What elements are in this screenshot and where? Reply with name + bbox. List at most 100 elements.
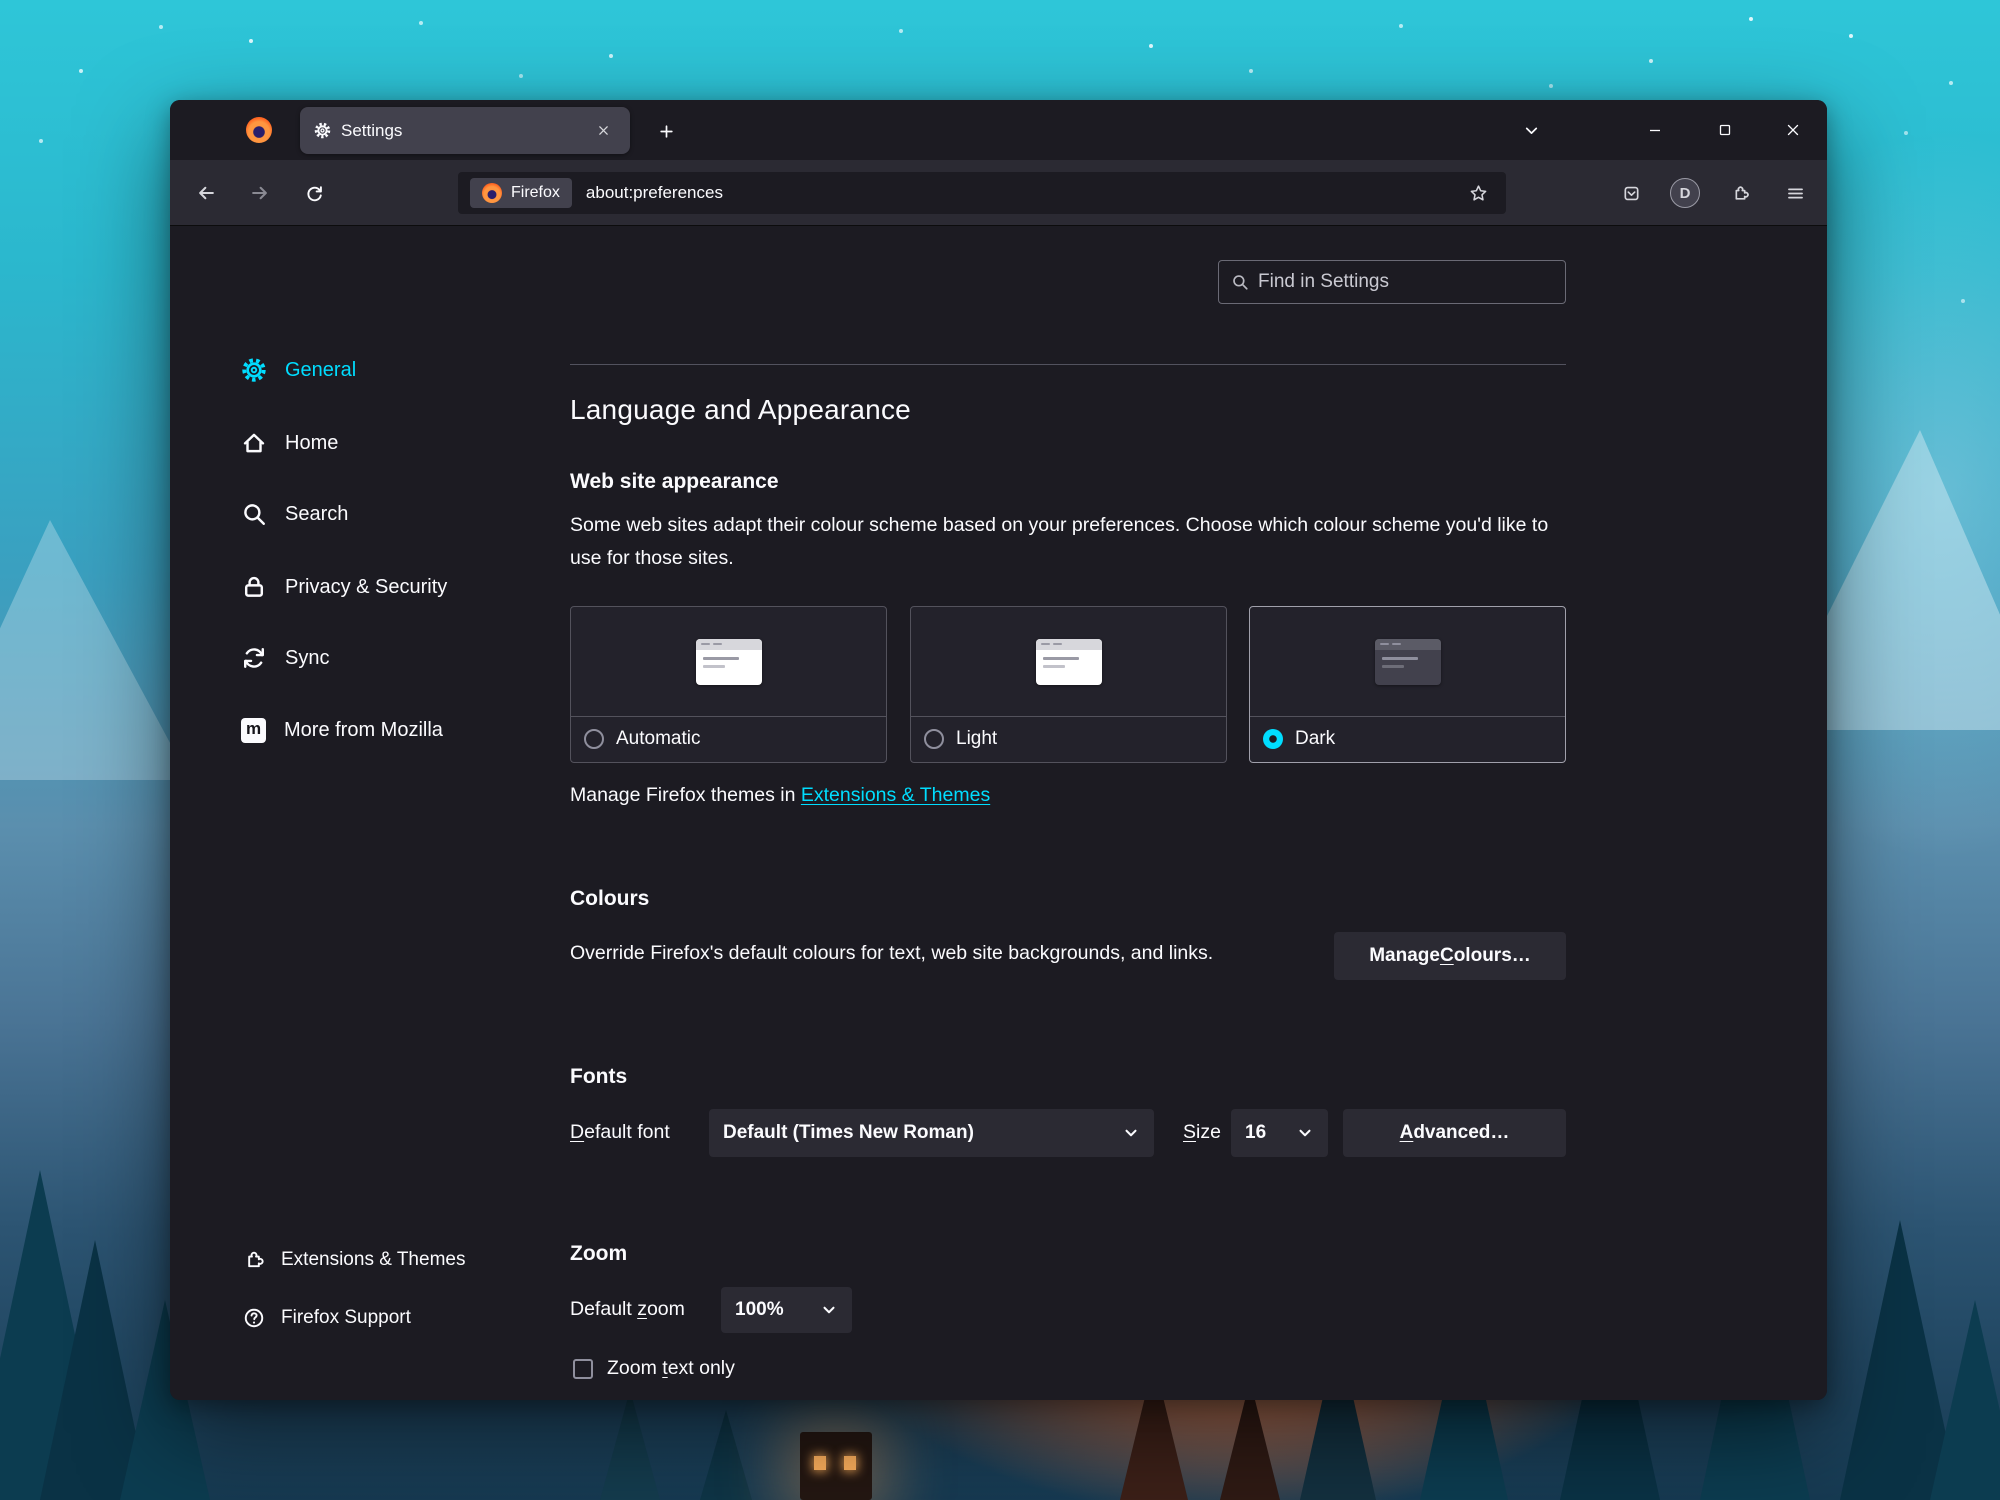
sidebar-item-more-from-mozilla[interactable]: More from Mozilla <box>241 706 443 754</box>
sidebar-item-label: Sync <box>285 647 329 670</box>
firefox-window: Settings <box>170 100 1827 1400</box>
appearance-preview <box>571 607 886 717</box>
manage-colours-button[interactable]: Manage Colours… <box>1334 932 1566 980</box>
url-text: about:preferences <box>586 183 723 203</box>
site-identity-label: Firefox <box>511 184 560 202</box>
fonts-heading: Fonts <box>570 1065 627 1089</box>
back-button[interactable] <box>184 171 228 215</box>
wallpaper-tree <box>600 1390 660 1500</box>
default-font-value: Default (Times New Roman) <box>723 1122 974 1144</box>
forward-button[interactable] <box>238 171 282 215</box>
bookmark-star-icon[interactable] <box>1462 177 1494 209</box>
settings-page: General Home Search Privacy & Security S… <box>170 226 1827 1400</box>
reload-button[interactable] <box>292 171 336 215</box>
find-in-settings-input[interactable] <box>1258 271 1553 293</box>
appearance-preview <box>911 607 1226 717</box>
gear-icon <box>241 357 267 383</box>
url-bar[interactable]: Firefox about:preferences <box>458 172 1506 214</box>
sidebar-item-label: Extensions & Themes <box>281 1249 465 1271</box>
chevron-down-icon <box>1296 1124 1314 1142</box>
profile-initial: D <box>1670 178 1700 208</box>
wallpaper-cabin <box>800 1432 872 1500</box>
website-appearance-description: Some web sites adapt their colour scheme… <box>570 509 1566 575</box>
default-font-dropdown[interactable]: Default (Times New Roman) <box>709 1109 1154 1157</box>
pocket-icon[interactable] <box>1609 171 1653 215</box>
dark-window-thumbnail <box>1375 639 1441 685</box>
tab-bar: Settings <box>170 100 1827 160</box>
default-zoom-dropdown[interactable]: 100% <box>721 1287 852 1333</box>
site-identity-chip[interactable]: Firefox <box>470 178 572 208</box>
tab-close-icon[interactable] <box>590 118 616 144</box>
chevron-down-icon <box>820 1301 838 1319</box>
extensions-themes-link[interactable]: Extensions & Themes <box>801 784 990 806</box>
sidebar-item-extensions-themes[interactable]: Extensions & Themes <box>243 1238 465 1282</box>
wallpaper-stars <box>0 0 2 2</box>
wallpaper-tree <box>700 1410 752 1500</box>
zoom-text-only-label[interactable]: Zoom text only <box>607 1357 735 1380</box>
puzzle-icon <box>243 1249 265 1271</box>
website-appearance-heading: Web site appearance <box>570 470 779 494</box>
home-icon <box>241 430 267 456</box>
default-zoom-value: 100% <box>735 1299 784 1321</box>
new-tab-button[interactable] <box>648 113 684 149</box>
appearance-preview <box>1250 607 1565 717</box>
search-icon <box>1231 273 1249 291</box>
default-zoom-label: Default zoom <box>570 1298 685 1321</box>
radio-automatic[interactable] <box>584 729 604 749</box>
sync-icon <box>241 645 267 671</box>
sidebar-item-label: Search <box>285 503 348 526</box>
appearance-option-label: Light <box>956 728 997 750</box>
size-label: Size <box>1183 1121 1221 1144</box>
default-font-label: Default font <box>570 1121 670 1144</box>
appearance-option-dark[interactable]: Dark <box>1249 606 1566 763</box>
extensions-icon[interactable] <box>1718 171 1762 215</box>
profile-avatar[interactable]: D <box>1663 171 1707 215</box>
manage-themes-text: Manage Firefox themes in <box>570 784 795 806</box>
minimize-button[interactable] <box>1632 108 1678 152</box>
firefox-logo-icon <box>246 117 272 143</box>
light-window-thumbnail <box>1036 639 1102 685</box>
wallpaper-tree <box>1930 1300 2000 1500</box>
sidebar-item-general[interactable]: General <box>241 346 356 394</box>
font-size-dropdown[interactable]: 16 <box>1231 1109 1328 1157</box>
sidebar-item-label: More from Mozilla <box>284 719 443 742</box>
sidebar-item-label: Firefox Support <box>281 1307 411 1329</box>
gear-icon <box>314 122 331 139</box>
appearance-option-automatic[interactable]: Automatic <box>570 606 887 763</box>
advanced-fonts-button[interactable]: Advanced… <box>1343 1109 1566 1157</box>
appearance-option-light[interactable]: Light <box>910 606 1227 763</box>
search-icon <box>241 501 267 527</box>
sidebar-item-label: General <box>285 359 356 382</box>
radio-light[interactable] <box>924 729 944 749</box>
colours-heading: Colours <box>570 887 649 911</box>
sidebar-item-search[interactable]: Search <box>241 490 348 538</box>
radio-dark[interactable] <box>1263 729 1283 749</box>
chevron-down-icon <box>1122 1124 1140 1142</box>
appearance-option-label: Automatic <box>616 728 700 750</box>
font-size-value: 16 <box>1245 1122 1266 1144</box>
tab-title: Settings <box>341 121 590 141</box>
colours-description: Override Firefox's default colours for t… <box>570 942 1213 965</box>
sidebar-item-label: Privacy & Security <box>285 576 447 599</box>
section-divider <box>570 364 1566 365</box>
close-button[interactable] <box>1770 108 1816 152</box>
menu-hamburger-icon[interactable] <box>1773 171 1817 215</box>
list-all-tabs-button[interactable] <box>1508 108 1554 152</box>
appearance-option-label: Dark <box>1295 728 1335 750</box>
manage-themes-line: Manage Firefox themes in Extensions & Th… <box>570 784 990 807</box>
page-title: Language and Appearance <box>570 394 911 426</box>
find-in-settings[interactable] <box>1218 260 1566 304</box>
maximize-button[interactable] <box>1702 108 1748 152</box>
wallpaper-mountain <box>0 520 190 780</box>
sidebar-item-firefox-support[interactable]: Firefox Support <box>243 1296 411 1340</box>
question-circle-icon <box>243 1307 265 1329</box>
tab-settings[interactable]: Settings <box>300 107 630 154</box>
sidebar-item-sync[interactable]: Sync <box>241 634 329 682</box>
sidebar-item-label: Home <box>285 432 338 455</box>
firefox-badge-icon <box>482 183 502 203</box>
sidebar-item-privacy-security[interactable]: Privacy & Security <box>241 563 447 611</box>
light-window-thumbnail <box>696 639 762 685</box>
zoom-text-only-checkbox[interactable] <box>573 1359 593 1379</box>
lock-icon <box>241 574 267 600</box>
sidebar-item-home[interactable]: Home <box>241 419 338 467</box>
